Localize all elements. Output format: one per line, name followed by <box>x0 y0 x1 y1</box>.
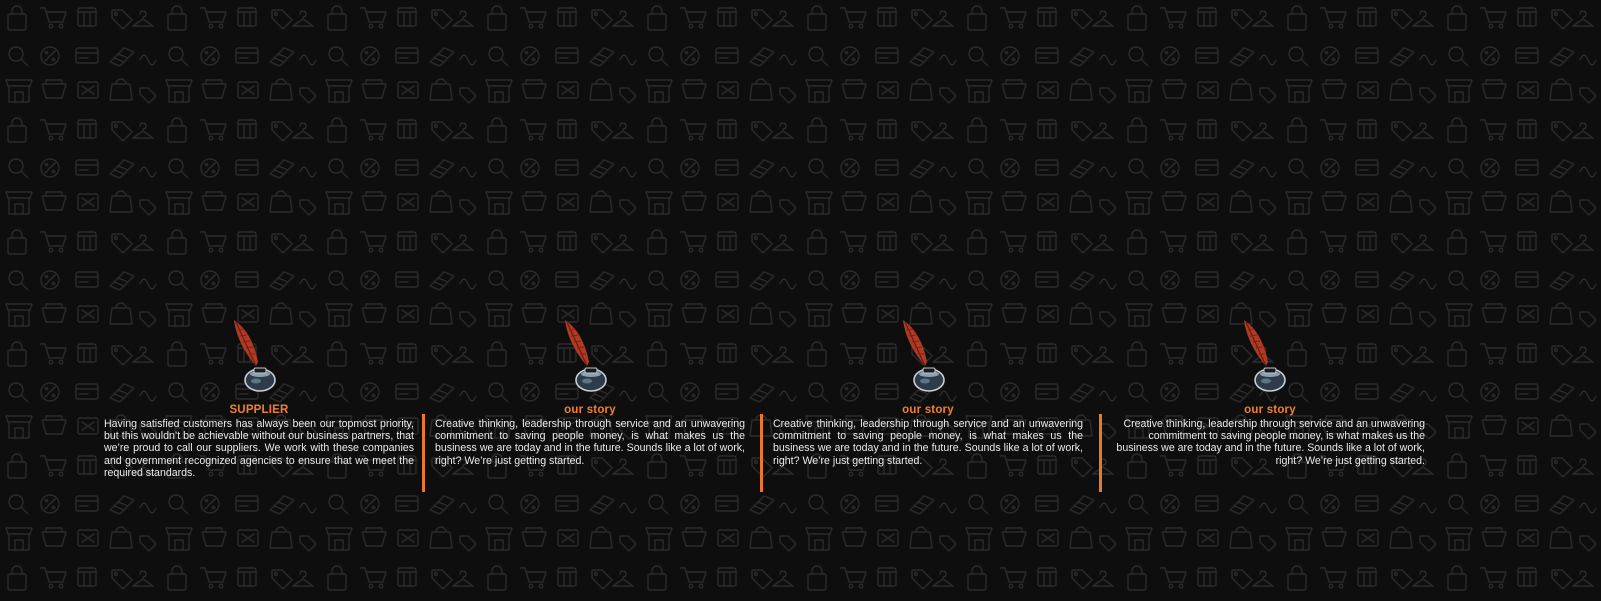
quill-inkpot-icon <box>895 318 955 398</box>
column-body-text: Creative thinking, leadership through se… <box>1116 418 1425 467</box>
column-divider <box>760 414 763 492</box>
quill-inkpot-icon <box>557 318 617 398</box>
column-heading: our story <box>1244 404 1296 416</box>
quill-inkpot-icon <box>1236 318 1296 398</box>
column-body-text: Having satisfied customers has always be… <box>104 418 414 479</box>
page-background: SUPPLIER Having satisfied customers has … <box>0 0 1601 601</box>
column-divider <box>1099 414 1102 492</box>
shopping-icon-pattern <box>0 0 1601 601</box>
column-heading: our story <box>564 404 616 416</box>
column-heading: SUPPLIER <box>229 404 289 416</box>
column-divider <box>422 414 425 492</box>
column-heading: our story <box>902 404 954 416</box>
column-body-text: Creative thinking, leadership through se… <box>773 418 1083 467</box>
column-body-text: Creative thinking, leadership through se… <box>435 418 745 467</box>
quill-inkpot-icon <box>226 318 286 398</box>
